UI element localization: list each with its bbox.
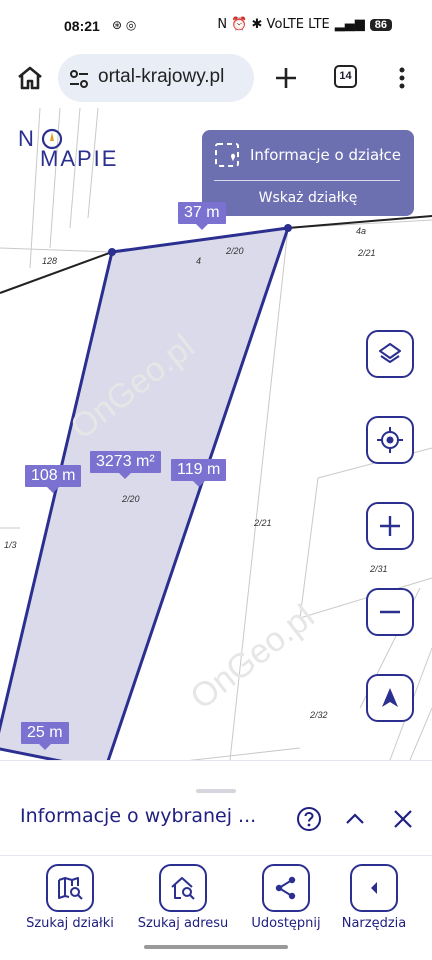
more-vert-icon	[399, 67, 405, 89]
measure-bottom: 25 m	[21, 722, 69, 750]
plot-label: 4	[196, 256, 202, 266]
home-search-icon	[171, 877, 195, 900]
nomapie-logo[interactable]: N MAPIE	[18, 126, 128, 172]
panel-divider	[214, 180, 400, 181]
browser-toolbar: ortal-krajowy.pl 14	[0, 52, 432, 108]
close-icon	[394, 810, 412, 828]
map-canvas[interactable]: OnGeo.pl OnGeo.pl 128 4 2/20 4a 2/21 128…	[0, 108, 432, 760]
compass-button[interactable]	[366, 674, 414, 722]
notification-icons: ⊛ ◎	[112, 18, 137, 32]
layers-icon	[379, 343, 401, 363]
plot-label: 128	[42, 256, 58, 266]
nav-tools[interactable]: Narzędzia	[324, 864, 424, 931]
svg-text:N: N	[18, 126, 35, 151]
plot-label: 2/32	[310, 710, 328, 720]
status-time: 08:21	[64, 18, 100, 34]
measure-right: 119 m	[171, 459, 227, 487]
home-icon	[18, 66, 42, 90]
map-search-icon	[58, 877, 83, 900]
sheet-title[interactable]: Informacje o wybranej ...	[20, 805, 256, 827]
chevron-left-icon	[371, 882, 377, 894]
share-icon	[275, 876, 296, 900]
status-bar: 08:21 ⊛ ◎ N ⏰ ✱ VoLTE LTE ▂▄▆ 86	[0, 0, 432, 52]
gesture-bar[interactable]	[144, 945, 288, 949]
svg-text:MAPIE: MAPIE	[40, 146, 118, 171]
nav-label: Szukaj działki	[26, 916, 114, 931]
logo-image: N MAPIE	[18, 126, 118, 171]
chevron-up-icon	[346, 813, 364, 824]
tab-switcher-button[interactable]: 14	[334, 65, 357, 88]
new-tab-button[interactable]	[270, 62, 302, 94]
minus-icon	[380, 610, 400, 614]
plot-label: 2/20	[226, 246, 244, 256]
nav-label: Narzędzia	[341, 916, 407, 931]
nav-search-address[interactable]: Szukaj adresu	[133, 864, 233, 931]
site-settings-icon[interactable]	[68, 68, 90, 90]
info-bottom-sheet: Informacje o wybranej ...	[0, 760, 432, 855]
my-location-icon	[377, 427, 403, 453]
plot-label: 4a	[356, 226, 367, 236]
locate-button[interactable]	[366, 416, 414, 464]
status-indicators: N ⏰ ✱ VoLTE LTE	[217, 17, 330, 32]
nav-icon-box	[262, 864, 310, 912]
zoom-in-button[interactable]	[366, 502, 414, 550]
help-icon	[297, 807, 321, 831]
signal-icon: ▂▄▆	[334, 17, 365, 32]
plus-icon	[380, 516, 400, 536]
sheet-drag-handle[interactable]	[196, 789, 236, 793]
navigation-arrow-icon	[382, 688, 398, 707]
nav-icon-box	[159, 864, 207, 912]
app-root: 08:21 ⊛ ◎ N ⏰ ✱ VoLTE LTE ▂▄▆ 86 ortal-k…	[0, 0, 432, 960]
expand-sheet-button[interactable]	[344, 808, 366, 830]
address-bar[interactable]: ortal-krajowy.pl	[58, 54, 254, 102]
measure-area: 3273 m²	[90, 451, 161, 479]
zoom-out-button[interactable]	[366, 588, 414, 636]
close-sheet-button[interactable]	[392, 808, 414, 830]
plot-label: 2/21	[358, 248, 376, 258]
parcel-info-panel: Informacje o działce Wskaż działkę	[202, 130, 414, 216]
layers-button[interactable]	[366, 330, 414, 378]
parcel-info-title: Informacje o działce	[250, 146, 401, 164]
plus-icon	[276, 68, 296, 88]
url-text: ortal-krajowy.pl	[98, 66, 225, 87]
measure-left: 108 m	[25, 465, 82, 493]
home-button[interactable]	[14, 62, 46, 94]
nav-search-parcel[interactable]: Szukaj działki	[20, 864, 120, 931]
battery-icon: 86	[369, 18, 392, 31]
nav-label: Udostępnij	[251, 916, 321, 931]
nav-share[interactable]: Udostępnij	[236, 864, 336, 931]
plot-label: 1/3	[4, 540, 17, 550]
plot-label: 2/21	[254, 518, 272, 528]
nav-icon-box	[46, 864, 94, 912]
parcel-info-button[interactable]: Informacje o działce	[214, 140, 401, 170]
plot-label: 2/20	[122, 494, 140, 504]
status-right-icons: N ⏰ ✱ VoLTE LTE ▂▄▆ 86	[217, 17, 392, 32]
nav-label: Szukaj adresu	[137, 916, 229, 931]
point-parcel-button[interactable]: Wskaż działkę	[202, 190, 414, 206]
browser-menu-button[interactable]	[390, 62, 414, 94]
measure-top: 37 m	[178, 202, 226, 230]
plot-label: 2/31	[370, 564, 388, 574]
select-parcel-icon	[215, 143, 239, 167]
help-button[interactable]	[296, 806, 322, 832]
nav-icon-box	[350, 864, 398, 912]
